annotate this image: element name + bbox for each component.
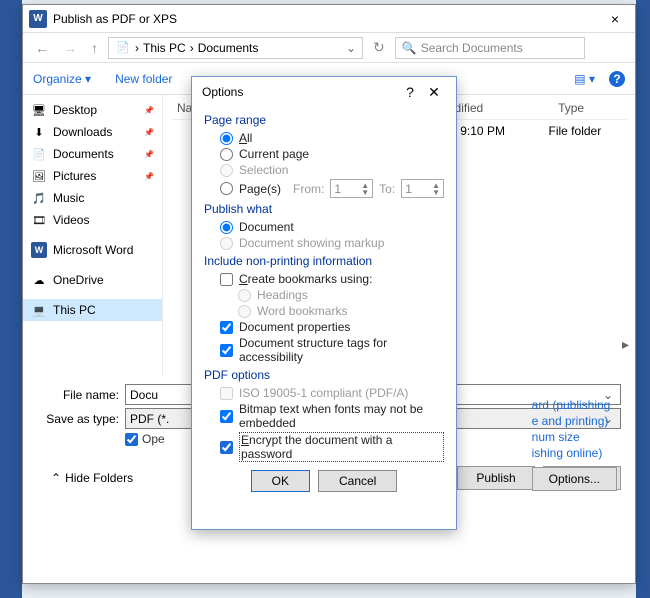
sidebar-item-label: OneDrive bbox=[53, 273, 104, 287]
breadcrumb[interactable]: 📄 › This PC › Documents ⌄ bbox=[108, 37, 363, 59]
sidebar-item-label: Desktop bbox=[53, 103, 97, 117]
folder-icon: 🖥 bbox=[31, 102, 47, 118]
sidebar-item-microsoft-word[interactable]: W Microsoft Word bbox=[23, 239, 162, 261]
breadcrumb-folder[interactable]: Documents bbox=[198, 41, 259, 55]
pin-icon: 📌 bbox=[144, 128, 154, 137]
radio-word-bm: Word bookmarks bbox=[238, 304, 444, 318]
sidebar-item-downloads[interactable]: ⬇ Downloads 📌 bbox=[23, 121, 162, 143]
sidebar-item-label: Downloads bbox=[53, 125, 112, 139]
up-icon[interactable]: ↑ bbox=[87, 38, 102, 58]
sidebar-item-label: Documents bbox=[53, 147, 114, 161]
close-icon[interactable]: × bbox=[595, 11, 635, 27]
scroll-right-icon[interactable]: ▸ bbox=[622, 336, 629, 353]
close-icon[interactable]: ✕ bbox=[422, 84, 446, 101]
view-icon[interactable]: ▤ ▾ bbox=[574, 72, 595, 86]
ok-button[interactable]: OK bbox=[251, 470, 310, 492]
chk-doc-props[interactable]: Document properties bbox=[220, 320, 444, 334]
filename-label: File name: bbox=[37, 388, 119, 402]
titlebar: W Publish as PDF or XPS × bbox=[23, 5, 635, 33]
search-icon: 🔍 bbox=[402, 41, 417, 55]
sidebar-item-desktop[interactable]: 🖥 Desktop 📌 bbox=[23, 99, 162, 121]
to-spinner[interactable]: 1▲▼ bbox=[401, 179, 444, 198]
help-icon[interactable]: ? bbox=[609, 71, 625, 87]
sidebar-item-music[interactable]: 🎵 Music bbox=[23, 187, 162, 209]
address-bar: ← → ↑ 📄 › This PC › Documents ⌄ ↻ 🔍 Sear… bbox=[23, 33, 635, 63]
chk-bookmarks[interactable]: Create bookmarks using: bbox=[220, 272, 444, 286]
pin-icon: 📌 bbox=[144, 150, 154, 159]
sidebar-item-videos[interactable]: 🎞 Videos bbox=[23, 209, 162, 231]
chk-iso: ISO 19005-1 compliant (PDF/A) bbox=[220, 386, 444, 400]
chk-doc-struct[interactable]: Document structure tags for accessibilit… bbox=[220, 336, 444, 364]
options-dialog: Options ? ✕ Page range All Current page … bbox=[191, 76, 457, 530]
folder-icon: ☁ bbox=[31, 272, 47, 288]
dialog-title: Publish as PDF or XPS bbox=[53, 12, 595, 26]
optimize-options: ard (publishing e and printing) num size… bbox=[532, 397, 617, 491]
sidebar-item-label: Microsoft Word bbox=[53, 243, 133, 257]
col-type[interactable]: Type bbox=[552, 97, 627, 119]
saveas-label: Save as type: bbox=[37, 412, 119, 426]
options-title: Options bbox=[202, 85, 398, 99]
section-include: Include non-printing information bbox=[204, 254, 444, 268]
cancel-button[interactable]: Cancel bbox=[318, 470, 397, 492]
sidebar-item-onedrive[interactable]: ☁ OneDrive bbox=[23, 269, 162, 291]
refresh-icon[interactable]: ↻ bbox=[369, 37, 389, 58]
folder-icon: 📄 bbox=[115, 40, 131, 56]
hide-folders-button[interactable]: ⌃ Hide Folders bbox=[37, 471, 133, 485]
section-pdf-options: PDF options bbox=[204, 368, 444, 382]
folder-icon: 🖼 bbox=[31, 168, 47, 184]
word-app-icon: W bbox=[29, 10, 47, 28]
back-icon[interactable]: ← bbox=[31, 38, 53, 58]
search-placeholder: Search Documents bbox=[421, 41, 523, 55]
organize-button[interactable]: Organize ▾ bbox=[33, 72, 91, 86]
from-spinner[interactable]: 1▲▼ bbox=[330, 179, 373, 198]
pin-icon: 📌 bbox=[144, 106, 154, 115]
radio-pages[interactable]: Page(s) From: 1▲▼ To: 1▲▼ bbox=[220, 179, 444, 198]
help-icon[interactable]: ? bbox=[398, 84, 422, 100]
radio-doc-markup: Document showing markup bbox=[220, 236, 444, 250]
sidebar-item-pictures[interactable]: 🖼 Pictures 📌 bbox=[23, 165, 162, 187]
folder-icon: 🎵 bbox=[31, 190, 47, 206]
pin-icon: 📌 bbox=[144, 172, 154, 181]
forward-icon: → bbox=[59, 38, 81, 58]
section-page-range: Page range bbox=[204, 113, 444, 127]
radio-current[interactable]: Current page bbox=[220, 147, 444, 161]
folder-icon: 💻 bbox=[31, 302, 47, 318]
folder-icon: 🎞 bbox=[31, 212, 47, 228]
sidebar-item-label: Music bbox=[53, 191, 84, 205]
sidebar-item-label: This PC bbox=[53, 303, 96, 317]
sidebar-item-this-pc[interactable]: 💻 This PC bbox=[23, 299, 162, 321]
chevron-up-icon: ⌃ bbox=[51, 471, 61, 485]
breadcrumb-root[interactable]: This PC bbox=[143, 41, 186, 55]
folder-icon: 📄 bbox=[31, 146, 47, 162]
radio-all[interactable]: All bbox=[220, 131, 444, 145]
options-button[interactable]: Options... bbox=[532, 467, 617, 491]
radio-document[interactable]: Document bbox=[220, 220, 444, 234]
section-publish-what: Publish what bbox=[204, 202, 444, 216]
chk-bitmap[interactable]: Bitmap text when fonts may not be embedd… bbox=[220, 402, 444, 430]
sidebar-item-label: Videos bbox=[53, 213, 89, 227]
folder-icon: W bbox=[31, 242, 47, 258]
radio-headings: Headings bbox=[238, 288, 444, 302]
sidebar-item-label: Pictures bbox=[53, 169, 96, 183]
publish-button[interactable]: Publish bbox=[457, 466, 535, 490]
sidebar: 🖥 Desktop 📌 ⬇ Downloads 📌 📄 Documents 📌 🖼 Pictures… bbox=[23, 95, 163, 375]
sidebar-item-documents[interactable]: 📄 Documents 📌 bbox=[23, 143, 162, 165]
radio-selection: Selection bbox=[220, 163, 444, 177]
new-folder-button[interactable]: New folder bbox=[115, 72, 172, 86]
chk-encrypt[interactable]: Encrypt the document with a password bbox=[220, 432, 444, 462]
search-input[interactable]: 🔍 Search Documents bbox=[395, 37, 585, 59]
folder-icon: ⬇ bbox=[31, 124, 47, 140]
